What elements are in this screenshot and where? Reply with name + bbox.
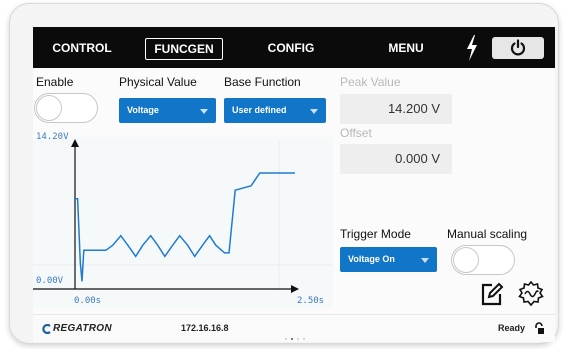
edit-button[interactable] xyxy=(480,281,504,307)
x-min-label: 0.00s xyxy=(74,296,102,306)
y-max-label: 14.20V xyxy=(36,132,69,142)
y-min-label: 0.00V xyxy=(36,276,64,286)
physical-value-label: Physical Value xyxy=(119,75,197,89)
page-dot-active xyxy=(291,338,293,340)
lock-icon[interactable] xyxy=(533,322,545,335)
enable-label: Enable xyxy=(36,75,74,89)
function-chart xyxy=(33,137,333,307)
peak-value-field[interactable]: 14.200 V xyxy=(340,94,452,124)
page-dot xyxy=(285,338,287,340)
top-nav-bar: CONTROL FUNCGEN CONFIG MENU xyxy=(33,27,555,68)
base-function-label: Base Function xyxy=(224,75,301,89)
manual-scaling-toggle[interactable] xyxy=(451,245,515,275)
chevron-down-icon xyxy=(200,109,208,114)
toggle-knob xyxy=(36,95,62,121)
manual-scaling-label: Manual scaling xyxy=(447,227,528,241)
device-frame: CONTROL FUNCGEN CONFIG MENU Enable Physi… xyxy=(9,3,559,344)
edit-icon xyxy=(481,282,504,306)
trigger-mode-label: Trigger Mode xyxy=(340,227,411,241)
base-function-selected: User defined xyxy=(232,105,287,115)
wave-gear-icon xyxy=(518,280,544,307)
touch-screen: CONTROL FUNCGEN CONFIG MENU Enable Physi… xyxy=(33,27,555,342)
offset-field[interactable]: 0.000 V xyxy=(340,144,452,174)
brand-logo: REGATRON xyxy=(53,323,112,334)
x-max-label: 2.50s xyxy=(297,296,325,306)
physical-value-selected: Voltage xyxy=(127,105,159,115)
trigger-mode-selected: Voltage On xyxy=(348,254,395,264)
base-function-select[interactable]: User defined xyxy=(224,98,326,123)
page-indicator xyxy=(285,327,309,342)
page-dot xyxy=(303,338,305,340)
nav-menu-tab[interactable]: MENU xyxy=(376,38,436,58)
lightning-icon xyxy=(467,35,477,61)
page-dot xyxy=(297,338,299,340)
regatron-logo-icon xyxy=(42,324,51,334)
chevron-down-icon xyxy=(310,109,318,114)
physical-value-select[interactable]: Voltage xyxy=(119,98,216,123)
toggle-knob xyxy=(453,247,479,273)
enable-toggle[interactable] xyxy=(34,93,98,123)
power-button[interactable] xyxy=(492,37,544,59)
peak-value-label: Peak Value xyxy=(340,75,401,89)
offset-label: Offset xyxy=(340,126,372,140)
nav-funcgen-tab[interactable]: FUNCGEN xyxy=(145,38,223,60)
nav-config-tab[interactable]: CONFIG xyxy=(258,38,324,58)
chevron-down-icon xyxy=(421,258,429,263)
power-icon xyxy=(510,39,526,56)
status-bar: REGATRON 172.16.16.8 Ready xyxy=(33,314,555,342)
nav-control-tab[interactable]: CONTROL xyxy=(47,38,117,58)
ip-address: 172.16.16.8 xyxy=(181,323,229,333)
function-settings-button[interactable] xyxy=(518,280,544,308)
status-text: Ready xyxy=(498,323,526,333)
trigger-mode-select[interactable]: Voltage On xyxy=(340,247,437,272)
